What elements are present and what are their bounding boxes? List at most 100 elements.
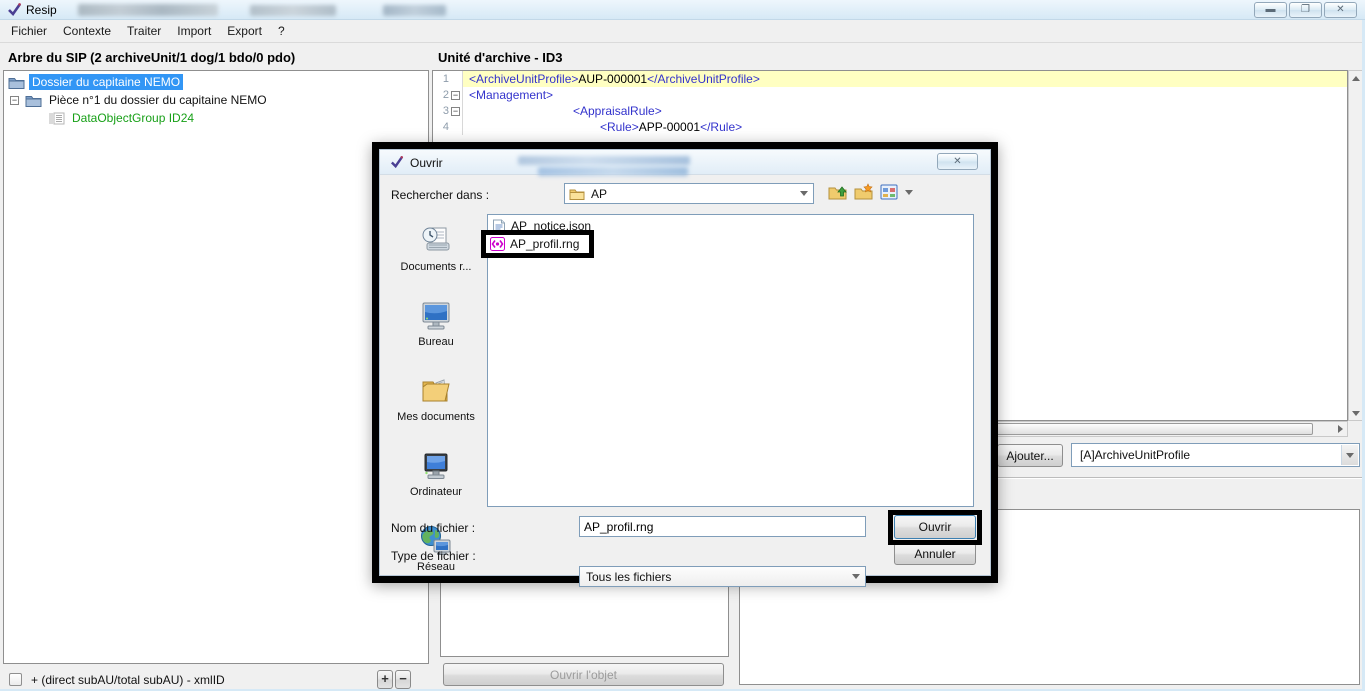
file-type-dropdown[interactable]: Tous les fichiers bbox=[579, 566, 866, 587]
tree-item[interactable]: − Pièce n°1 du dossier du capitaine NEMO bbox=[4, 91, 428, 109]
redacted-text bbox=[78, 4, 218, 16]
xml-code: 1 <ArchiveUnitProfile>AUP-000001</Archive… bbox=[433, 71, 1347, 135]
place-my-documents[interactable]: Mes documents bbox=[389, 374, 483, 423]
tutorial-annotation-box: Ouvrir ✕ Rechercher dans : AP Documents … bbox=[372, 142, 998, 583]
file-list[interactable]: AP_notice.json AP_profil.rng bbox=[487, 214, 974, 507]
metadata-type-dropdown[interactable]: [A]ArchiveUnitProfile bbox=[1071, 443, 1360, 467]
open-object-button[interactable]: Ouvrir l'objet bbox=[443, 663, 724, 686]
place-desktop[interactable]: Bureau bbox=[389, 299, 483, 348]
menu-item-export[interactable]: Export bbox=[219, 21, 270, 41]
redacted-text bbox=[518, 156, 690, 165]
place-recent-documents[interactable]: Documents r... bbox=[389, 224, 483, 273]
code-text: <Management> bbox=[463, 87, 1347, 103]
tree-expander-icon[interactable]: − bbox=[10, 96, 19, 105]
file-name-input[interactable] bbox=[579, 516, 866, 537]
file-name: AP_notice.json bbox=[511, 219, 591, 233]
sip-tree[interactable]: Dossier du capitaine NEMO − Pièce n°1 du d… bbox=[3, 70, 429, 664]
recent-docs-icon bbox=[419, 224, 453, 258]
sip-tree-header: Arbre du SIP (2 archiveUnit/1 dog/1 bdo/… bbox=[8, 50, 295, 65]
folder-icon bbox=[25, 94, 42, 107]
place-label: Ordinateur bbox=[410, 486, 462, 498]
app-logo-icon bbox=[390, 155, 404, 172]
look-in-dropdown[interactable]: AP bbox=[564, 183, 814, 204]
scroll-down-icon[interactable] bbox=[1349, 406, 1363, 420]
dog-icon bbox=[48, 112, 65, 125]
close-button[interactable]: ✕ bbox=[1324, 2, 1357, 18]
dialog-title-bar: Ouvrir ✕ bbox=[380, 150, 990, 175]
file-name: AP_profil.rng bbox=[510, 237, 579, 251]
menu-item-import[interactable]: Import bbox=[169, 21, 219, 41]
line-number: 4 bbox=[433, 121, 449, 133]
redacted-text bbox=[250, 5, 336, 16]
subau-checkbox-label: + (direct subAU/total subAU) - xmlID bbox=[31, 673, 225, 687]
tree-footer: + (direct subAU/total subAU) - xmlID + − bbox=[3, 668, 429, 691]
expand-all-button[interactable]: + bbox=[377, 670, 393, 689]
restore-button[interactable]: ❐ bbox=[1289, 2, 1322, 18]
code-text: <Rule>APP-00001</Rule> bbox=[463, 119, 1347, 135]
my-docs-icon bbox=[419, 374, 453, 408]
file-item-ap-notice-json[interactable]: AP_notice.json bbox=[488, 217, 973, 235]
place-label: Documents r... bbox=[401, 261, 472, 273]
tree-item[interactable]: DataObjectGroup ID24 bbox=[4, 109, 428, 127]
line-number: 2 bbox=[433, 89, 449, 101]
code-fold-icon[interactable]: − bbox=[451, 107, 460, 116]
tree-item-label[interactable]: Dossier du capitaine NEMO bbox=[29, 74, 183, 90]
redacted-text bbox=[538, 167, 688, 176]
subau-checkbox[interactable] bbox=[9, 673, 22, 686]
file-item-ap-profil-rng[interactable]: AP_profil.rng bbox=[486, 235, 589, 253]
chevron-down-icon[interactable] bbox=[1341, 445, 1358, 465]
code-line[interactable]: 3−<AppraisalRule> bbox=[433, 103, 1347, 119]
json-file-icon bbox=[492, 219, 506, 234]
menu-item-help[interactable]: ? bbox=[270, 21, 293, 41]
tree-item[interactable]: Dossier du capitaine NEMO bbox=[4, 73, 428, 91]
file-type-label: Type de fichier : bbox=[391, 549, 476, 563]
scroll-up-icon[interactable] bbox=[1349, 71, 1363, 85]
chevron-down-icon[interactable] bbox=[795, 185, 812, 202]
open-dialog: Ouvrir ✕ Rechercher dans : AP Documents … bbox=[379, 149, 991, 576]
minimize-button[interactable]: ▬ bbox=[1254, 2, 1287, 18]
menu-bar: FichierContexteTraiterImportExport? bbox=[0, 20, 1365, 43]
dialog-toolbar bbox=[828, 183, 913, 201]
view-menu-icon[interactable] bbox=[880, 184, 899, 200]
code-text: <ArchiveUnitProfile>AUP-000001</ArchiveU… bbox=[463, 71, 1347, 87]
dialog-title: Ouvrir bbox=[410, 156, 443, 170]
place-label: Bureau bbox=[418, 336, 453, 348]
new-folder-icon[interactable] bbox=[854, 183, 874, 201]
place-label: Mes documents bbox=[397, 411, 475, 423]
line-number: 3 bbox=[433, 105, 449, 117]
chevron-down-icon[interactable] bbox=[905, 190, 913, 195]
line-number: 1 bbox=[433, 73, 449, 85]
look-in-label: Rechercher dans : bbox=[391, 188, 489, 202]
menu-item-fichier[interactable]: Fichier bbox=[3, 21, 55, 41]
dialog-close-button[interactable]: ✕ bbox=[937, 153, 978, 170]
archive-unit-header: Unité d'archive - ID3 bbox=[438, 50, 562, 65]
add-metadata-button[interactable]: Ajouter... bbox=[997, 444, 1063, 467]
app-logo-icon bbox=[7, 2, 22, 20]
file-name-label: Nom du fichier : bbox=[391, 521, 475, 535]
code-line[interactable]: 2−<Management> bbox=[433, 87, 1347, 103]
menu-item-traiter[interactable]: Traiter bbox=[119, 21, 169, 41]
tree-item-label[interactable]: DataObjectGroup ID24 bbox=[69, 110, 197, 126]
title-bar: Resip ▬ ❐ ✕ bbox=[0, 0, 1365, 20]
folder-icon bbox=[8, 76, 25, 89]
folder-icon bbox=[569, 187, 585, 200]
window-title: Resip bbox=[26, 3, 57, 17]
chevron-down-icon[interactable] bbox=[847, 568, 864, 585]
computer-icon bbox=[419, 449, 453, 483]
dialog-cancel-button[interactable]: Annuler bbox=[894, 543, 976, 565]
code-text: <AppraisalRule> bbox=[463, 103, 1347, 119]
menu-item-contexte[interactable]: Contexte bbox=[55, 21, 119, 41]
scroll-right-icon[interactable] bbox=[1333, 422, 1347, 436]
tree-item-label[interactable]: Pièce n°1 du dossier du capitaine NEMO bbox=[46, 92, 270, 108]
resip-window: { "window": { "title": "Resip" }, "menu"… bbox=[0, 0, 1365, 691]
places-bar: Documents r... Bureau Mes documents Ordinat… bbox=[389, 224, 485, 599]
code-line[interactable]: 1 <ArchiveUnitProfile>AUP-000001</Archive… bbox=[433, 71, 1347, 87]
collapse-all-button[interactable]: − bbox=[395, 670, 411, 689]
up-one-level-icon[interactable] bbox=[828, 183, 848, 201]
code-fold-icon[interactable]: − bbox=[451, 91, 460, 100]
redacted-text bbox=[383, 5, 446, 16]
code-line[interactable]: 4 <Rule>APP-00001</Rule> bbox=[433, 119, 1347, 135]
place-computer[interactable]: Ordinateur bbox=[389, 449, 483, 498]
rng-file-icon bbox=[490, 237, 505, 251]
dialog-open-button[interactable]: Ouvrir bbox=[894, 515, 976, 539]
